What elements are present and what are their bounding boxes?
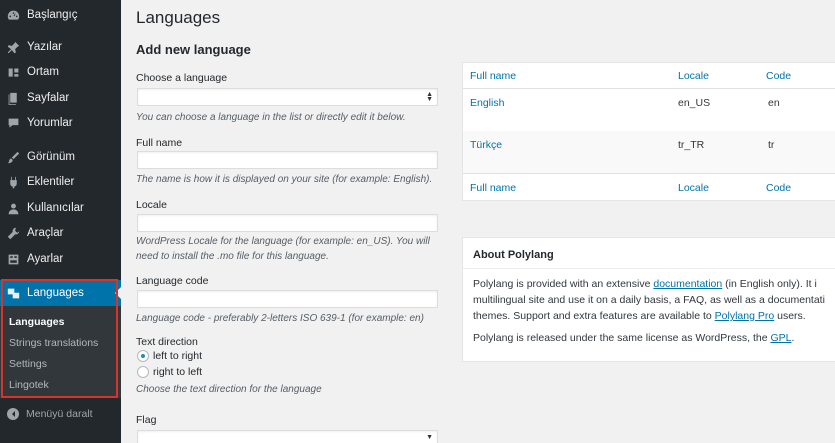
about-paragraph-1: Polylang is provided with an extensive d…: [473, 278, 825, 322]
flag-label: Flag: [136, 414, 157, 426]
documentation-link[interactable]: documentation: [653, 278, 722, 290]
radio-ltr-row[interactable]: left to right: [137, 350, 202, 362]
col-footer-code[interactable]: Code: [766, 182, 791, 194]
locale-input[interactable]: [137, 214, 438, 232]
comments-icon: [5, 116, 21, 130]
form-title: Add new language: [136, 42, 251, 57]
pin-icon: [5, 40, 21, 54]
collapse-arrow-icon: [7, 408, 19, 420]
full-name-input[interactable]: [137, 151, 438, 169]
row-full-name[interactable]: English: [470, 97, 504, 109]
radio-ltr-label: left to right: [153, 350, 203, 362]
footer-divider: [463, 173, 835, 174]
language-code-input[interactable]: [137, 290, 438, 308]
row-code: en: [768, 97, 780, 109]
collapse-label: Menüyü daralt: [26, 408, 93, 420]
language-code-desc: Language code - preferably 2-letters ISO…: [136, 313, 424, 324]
gpl-link[interactable]: GPL: [770, 332, 791, 344]
col-header-full-name[interactable]: Full name: [470, 70, 516, 82]
menu-label: Sayfalar: [27, 92, 70, 104]
menu-label: Ayarlar: [27, 253, 64, 265]
radio-rtl[interactable]: [137, 366, 149, 378]
radio-rtl-label: right to left: [153, 366, 203, 378]
main-content: Languages Add new language Choose a lang…: [121, 0, 835, 443]
menu-label: Ortam: [27, 66, 59, 78]
col-footer-full-name[interactable]: Full name: [470, 182, 516, 194]
menu-item-appearance[interactable]: Görünüm: [0, 145, 121, 169]
row-locale: en_US: [678, 97, 711, 109]
admin-sidebar: Başlangıç Yazılar Ortam Sayfalar Yorumla…: [0, 0, 121, 443]
languages-table: Full name Locale Code English en_US en T…: [462, 62, 835, 201]
locale-label: Locale: [136, 199, 167, 211]
flag-select[interactable]: ▼: [137, 430, 438, 443]
menu-item-settings[interactable]: Ayarlar: [0, 247, 121, 271]
radio-ltr[interactable]: [137, 350, 149, 362]
language-code-label: Language code: [136, 275, 209, 287]
menu-label: Başlangıç: [27, 9, 78, 21]
users-icon: [5, 201, 21, 215]
locale-desc: WordPress Locale for the language (for e…: [136, 236, 430, 262]
tools-icon: [5, 226, 21, 240]
menu-label: Görünüm: [27, 151, 75, 163]
table-row: English en_US en: [463, 89, 835, 131]
menu-label: Eklentiler: [27, 176, 75, 188]
text-direction-label: Text direction: [136, 336, 198, 348]
about-divider: [463, 268, 835, 269]
menu-item-tools[interactable]: Araçlar: [0, 221, 121, 245]
select-arrows-icon: ▲ ▼: [426, 91, 433, 103]
menu-label: Yorumlar: [27, 117, 73, 129]
menu-item-comments[interactable]: Yorumlar: [0, 111, 121, 135]
row-locale: tr_TR: [678, 139, 705, 151]
media-icon: [5, 65, 21, 79]
col-header-code[interactable]: Code: [766, 70, 791, 82]
choose-language-desc: You can choose a language in the list or…: [136, 112, 406, 123]
choose-language-select[interactable]: ▲ ▼: [137, 88, 438, 106]
table-row: Türkçe tr_TR tr: [463, 131, 835, 173]
page-title: Languages: [136, 8, 221, 27]
radio-rtl-row[interactable]: right to left: [137, 366, 202, 378]
row-full-name[interactable]: Türkçe: [470, 139, 502, 151]
about-polylang-box: About Polylang Polylang is provided with…: [462, 237, 835, 362]
about-title: About Polylang: [473, 249, 554, 261]
menu-item-users[interactable]: Kullanıcılar: [0, 196, 121, 220]
menu-label: Kullanıcılar: [27, 202, 84, 214]
full-name-desc: The name is how it is displayed on your …: [136, 174, 433, 185]
row-code: tr: [768, 139, 775, 151]
select-arrow-icon: ▼: [426, 434, 433, 441]
choose-language-label: Choose a language: [136, 72, 228, 84]
dashboard-icon: [5, 8, 21, 22]
plugins-icon: [5, 175, 21, 189]
collapse-menu-button[interactable]: Menüyü daralt: [0, 404, 121, 424]
polylang-pro-link[interactable]: Polylang Pro: [715, 310, 775, 322]
about-paragraph-2: Polylang is released under the same lice…: [473, 332, 795, 344]
menu-label: Yazılar: [27, 41, 62, 53]
menu-item-posts[interactable]: Yazılar: [0, 35, 121, 59]
col-header-locale[interactable]: Locale: [678, 70, 709, 82]
settings-icon: [5, 252, 21, 266]
col-footer-locale[interactable]: Locale: [678, 182, 709, 194]
menu-item-plugins[interactable]: Eklentiler: [0, 170, 121, 194]
menu-item-dashboard[interactable]: Başlangıç: [0, 3, 121, 27]
menu-item-pages[interactable]: Sayfalar: [0, 86, 121, 110]
menu-item-media[interactable]: Ortam: [0, 60, 121, 84]
full-name-label: Full name: [136, 137, 183, 149]
text-direction-desc: Choose the text direction for the langua…: [136, 384, 322, 395]
pages-icon: [5, 91, 21, 105]
menu-label: Araçlar: [27, 227, 64, 239]
highlight-frame: [1, 279, 118, 398]
appearance-icon: [5, 150, 21, 164]
